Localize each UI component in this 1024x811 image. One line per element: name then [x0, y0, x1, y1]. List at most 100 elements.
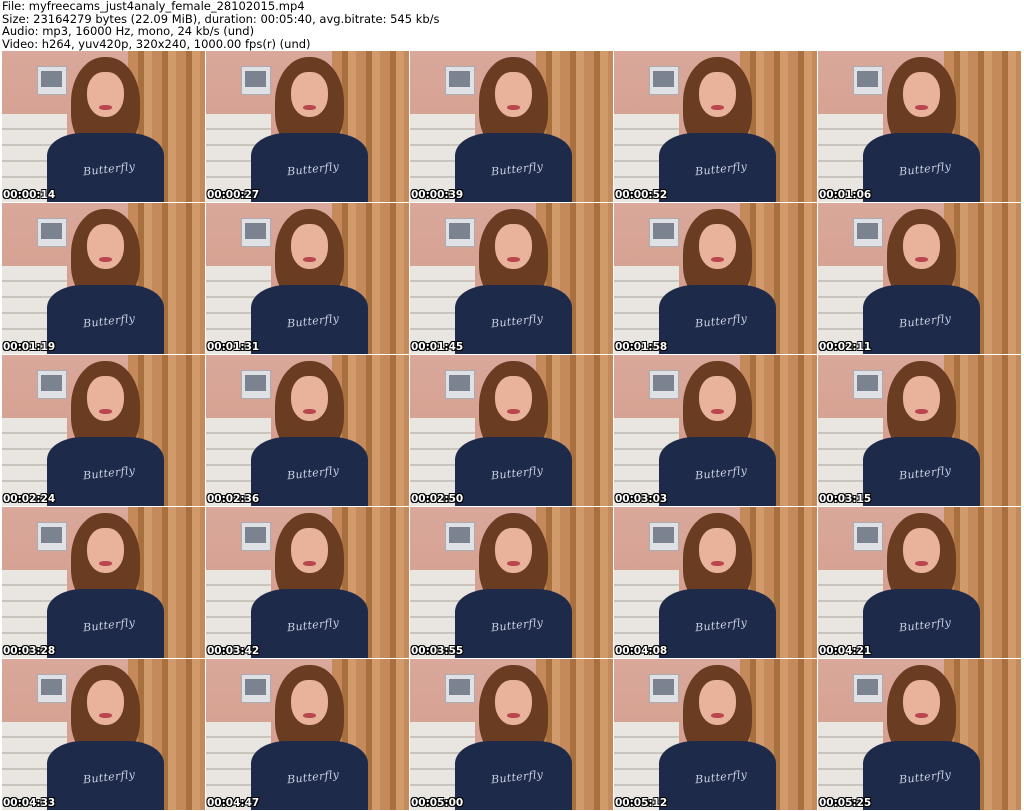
frame-lips — [99, 409, 112, 414]
frame-lips — [303, 409, 316, 414]
frame-monitor — [444, 370, 475, 400]
frame-face — [291, 680, 328, 726]
thumbnail-frame-image: Butterfly — [410, 51, 613, 202]
video-thumbnail: Butterfly 00:00:52 — [614, 51, 817, 202]
thumbnail-frame-image: Butterfly — [614, 355, 817, 506]
thumbnail-timestamp: 00:01:19 — [3, 341, 56, 353]
frame-monitor — [852, 674, 883, 704]
thumbnail-frame-image: Butterfly — [410, 507, 613, 658]
frame-face — [699, 528, 736, 574]
video-thumbnail: Butterfly 00:04:47 — [206, 659, 409, 810]
thumbnail-timestamp: 00:03:55 — [411, 645, 464, 657]
frame-face — [87, 528, 124, 574]
frame-lips — [507, 257, 520, 262]
thumbnail-timestamp: 00:01:31 — [207, 341, 260, 353]
video-thumbnail: Butterfly 00:02:24 — [2, 355, 205, 506]
thumbnail-timestamp: 00:05:00 — [411, 797, 464, 809]
thumbnail-timestamp: 00:00:52 — [615, 189, 668, 201]
video-thumbnail: Butterfly 00:03:42 — [206, 507, 409, 658]
audio-info-line: Audio: mp3, 16000 Hz, mono, 24 kb/s (und… — [2, 24, 255, 38]
frame-monitor — [648, 370, 679, 400]
thumbnail-timestamp: 00:02:11 — [819, 341, 872, 353]
thumbnail-timestamp: 00:04:08 — [615, 645, 668, 657]
thumbnail-timestamp: 00:05:12 — [615, 797, 668, 809]
frame-monitor — [36, 66, 67, 96]
frame-monitor — [240, 370, 271, 400]
frame-lips — [711, 257, 724, 262]
video-thumbnail: Butterfly 00:05:12 — [614, 659, 817, 810]
frame-monitor — [852, 218, 883, 248]
frame-monitor — [240, 674, 271, 704]
frame-monitor — [36, 522, 67, 552]
thumbnail-timestamp: 00:05:25 — [819, 797, 872, 809]
frame-monitor — [240, 66, 271, 96]
video-thumbnail: Butterfly 00:04:21 — [818, 507, 1021, 658]
thumbnail-frame-image: Butterfly — [410, 203, 613, 354]
frame-face — [495, 528, 532, 574]
frame-face — [495, 72, 532, 118]
thumbnail-timestamp: 00:03:03 — [615, 493, 668, 505]
frame-lips — [915, 105, 928, 110]
video-thumbnail: Butterfly 00:05:00 — [410, 659, 613, 810]
frame-lips — [99, 561, 112, 566]
video-thumbnail: Butterfly 00:02:11 — [818, 203, 1021, 354]
frame-lips — [507, 105, 520, 110]
thumbnail-frame-image: Butterfly — [206, 507, 409, 658]
frame-lips — [507, 713, 520, 718]
thumbnail-timestamp: 00:01:06 — [819, 189, 872, 201]
frame-lips — [99, 713, 112, 718]
frame-lips — [303, 561, 316, 566]
thumbnail-frame-image: Butterfly — [818, 51, 1021, 202]
thumbnail-frame-image: Butterfly — [818, 355, 1021, 506]
frame-lips — [915, 561, 928, 566]
video-thumbnail: Butterfly 00:03:15 — [818, 355, 1021, 506]
video-thumbnail: Butterfly 00:02:36 — [206, 355, 409, 506]
file-name-line: File: myfreecams_just4analy_female_28102… — [2, 0, 305, 13]
frame-lips — [711, 713, 724, 718]
frame-face — [291, 224, 328, 270]
frame-lips — [915, 257, 928, 262]
thumbnail-timestamp: 00:03:15 — [819, 493, 872, 505]
thumbnail-frame-image: Butterfly — [614, 51, 817, 202]
frame-monitor — [648, 66, 679, 96]
frame-lips — [915, 713, 928, 718]
thumbnail-frame-image: Butterfly — [2, 51, 205, 202]
frame-monitor — [648, 522, 679, 552]
frame-face — [903, 680, 940, 726]
frame-monitor — [852, 522, 883, 552]
frame-lips — [507, 561, 520, 566]
frame-face — [495, 376, 532, 422]
thumbnail-timestamp: 00:00:27 — [207, 189, 260, 201]
frame-lips — [711, 105, 724, 110]
thumbnail-timestamp: 00:02:50 — [411, 493, 464, 505]
video-thumbnail: Butterfly 00:01:58 — [614, 203, 817, 354]
frame-face — [699, 376, 736, 422]
frame-face — [495, 680, 532, 726]
thumbnail-timestamp: 00:04:21 — [819, 645, 872, 657]
thumbnail-timestamp: 00:03:42 — [207, 645, 260, 657]
frame-lips — [303, 105, 316, 110]
thumbnail-timestamp: 00:00:14 — [3, 189, 56, 201]
thumbnail-frame-image: Butterfly — [614, 507, 817, 658]
frame-lips — [711, 409, 724, 414]
thumbnail-frame-image: Butterfly — [2, 659, 205, 810]
frame-lips — [99, 257, 112, 262]
thumbnail-frame-image: Butterfly — [2, 203, 205, 354]
video-thumbnail: Butterfly 00:05:25 — [818, 659, 1021, 810]
frame-monitor — [444, 66, 475, 96]
frame-face — [903, 528, 940, 574]
frame-lips — [99, 105, 112, 110]
video-thumbnail: Butterfly 00:04:33 — [2, 659, 205, 810]
video-thumbnail: Butterfly 00:02:50 — [410, 355, 613, 506]
frame-monitor — [852, 66, 883, 96]
file-info-header: File: myfreecams_just4analy_female_28102… — [2, 0, 1022, 50]
frame-face — [699, 224, 736, 270]
frame-monitor — [852, 370, 883, 400]
frame-face — [87, 72, 124, 118]
thumbnail-frame-image: Butterfly — [2, 355, 205, 506]
frame-face — [903, 376, 940, 422]
thumbnail-timestamp: 00:04:33 — [3, 797, 56, 809]
thumbnail-frame-image: Butterfly — [2, 507, 205, 658]
thumbnail-frame-image: Butterfly — [410, 659, 613, 810]
thumbnail-frame-image: Butterfly — [818, 203, 1021, 354]
